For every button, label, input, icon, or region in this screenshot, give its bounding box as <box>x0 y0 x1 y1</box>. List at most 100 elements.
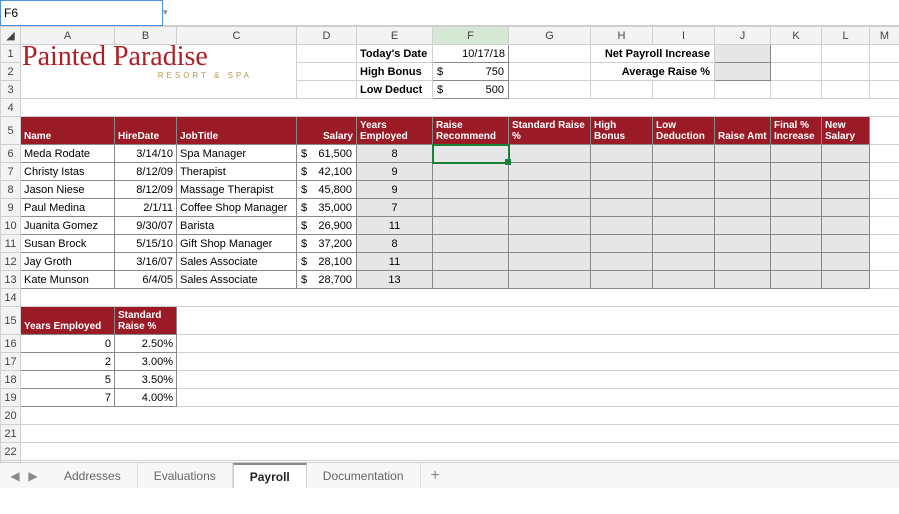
row-header[interactable]: 12 <box>1 253 21 271</box>
col-header-C[interactable]: C <box>177 27 297 45</box>
cell-name[interactable]: Christy Istas <box>21 163 114 180</box>
cell-std-raise[interactable] <box>509 217 591 235</box>
cell-std-raise[interactable] <box>509 199 591 217</box>
add-sheet-button[interactable]: + <box>421 467 450 485</box>
name-box[interactable] <box>0 0 163 26</box>
cell-raise-amt[interactable] <box>715 235 771 253</box>
value-low-deduct[interactable]: 500 <box>433 84 508 96</box>
col-header-J[interactable]: J <box>715 27 771 45</box>
cell-name[interactable]: Susan Brock <box>21 235 114 252</box>
col-header-E[interactable]: E <box>357 27 433 45</box>
cell-std-raise[interactable] <box>509 271 591 289</box>
cell-name[interactable]: Paul Medina <box>21 199 114 216</box>
cell-std-raise[interactable] <box>509 163 591 181</box>
cell-new-salary[interactable] <box>822 217 870 235</box>
cell-std-raise[interactable] <box>509 145 591 163</box>
cell-raise-amt[interactable] <box>715 145 771 163</box>
cell-salary[interactable]: 45,800 <box>297 184 356 196</box>
row-header[interactable]: 21 <box>1 425 21 443</box>
cell-years[interactable]: 8 <box>357 235 432 252</box>
col-header-L[interactable]: L <box>822 27 870 45</box>
cell-low-ded[interactable] <box>653 217 715 235</box>
cell-jobtitle[interactable]: Spa Manager <box>177 145 296 162</box>
cell-std-raise[interactable] <box>509 253 591 271</box>
cell-final-pct[interactable] <box>771 253 822 271</box>
name-box-dropdown-icon[interactable]: ▾ <box>163 7 168 18</box>
cell-raise-rec[interactable] <box>433 145 509 163</box>
cell-hiredate[interactable]: 2/1/11 <box>115 199 176 216</box>
value-average-raise[interactable] <box>715 63 771 81</box>
cell-name[interactable]: Jay Groth <box>21 253 114 270</box>
cell-final-pct[interactable] <box>771 181 822 199</box>
lookup-years[interactable]: 2 <box>21 353 114 370</box>
cell-hiredate[interactable]: 9/30/07 <box>115 217 176 234</box>
row-header[interactable]: 3 <box>1 81 21 99</box>
cell-high-bonus[interactable] <box>591 145 653 163</box>
cell-years[interactable]: 7 <box>357 199 432 216</box>
cell-name[interactable]: Kate Munson <box>21 271 114 288</box>
cell-std-raise[interactable] <box>509 235 591 253</box>
value-todays-date[interactable]: 10/17/18 <box>433 45 508 62</box>
cell-new-salary[interactable] <box>822 271 870 289</box>
cell-years[interactable]: 11 <box>357 217 432 234</box>
cell-low-ded[interactable] <box>653 271 715 289</box>
tab-nav-prev-icon[interactable]: ◀ <box>8 468 22 484</box>
select-all-corner[interactable]: ◢ <box>1 27 21 45</box>
cell-high-bonus[interactable] <box>591 163 653 181</box>
col-header-G[interactable]: G <box>509 27 591 45</box>
cell-salary[interactable]: 35,000 <box>297 202 356 214</box>
cell-raise-amt[interactable] <box>715 181 771 199</box>
cell-hiredate[interactable]: 8/12/09 <box>115 163 176 180</box>
tab-documentation[interactable]: Documentation <box>307 463 421 488</box>
spreadsheet-grid[interactable]: ◢ A B C D E F G H I J K L M 1 Today's Da… <box>0 26 899 488</box>
cell-salary[interactable]: 28,100 <box>297 256 356 268</box>
row-header[interactable]: 19 <box>1 389 21 407</box>
cell-low-ded[interactable] <box>653 235 715 253</box>
cell-high-bonus[interactable] <box>591 235 653 253</box>
tab-payroll[interactable]: Payroll <box>233 463 307 488</box>
lookup-raise[interactable]: 3.00% <box>115 353 176 370</box>
cell-new-salary[interactable] <box>822 199 870 217</box>
cell-raise-amt[interactable] <box>715 199 771 217</box>
cell-raise-rec[interactable] <box>433 217 509 235</box>
cell-high-bonus[interactable] <box>591 181 653 199</box>
cell-hiredate[interactable]: 3/14/10 <box>115 145 176 162</box>
col-header-A[interactable]: A <box>21 27 115 45</box>
row-header[interactable]: 2 <box>1 63 21 81</box>
cell-final-pct[interactable] <box>771 217 822 235</box>
value-high-bonus[interactable]: 750 <box>433 66 508 78</box>
cell-salary[interactable]: 28,700 <box>297 274 356 286</box>
col-header-F[interactable]: F <box>433 27 509 45</box>
cell-final-pct[interactable] <box>771 271 822 289</box>
row-header[interactable]: 4 <box>1 99 21 117</box>
cell-new-salary[interactable] <box>822 145 870 163</box>
lookup-years[interactable]: 0 <box>21 335 114 352</box>
cell-raise-amt[interactable] <box>715 271 771 289</box>
row-header[interactable]: 17 <box>1 353 21 371</box>
cell-raise-rec[interactable] <box>433 271 509 289</box>
cell-high-bonus[interactable] <box>591 217 653 235</box>
row-header[interactable]: 18 <box>1 371 21 389</box>
cell-name[interactable]: Juanita Gomez <box>21 217 114 234</box>
cell-years[interactable]: 13 <box>357 271 432 288</box>
row-header[interactable]: 13 <box>1 271 21 289</box>
cell-raise-amt[interactable] <box>715 217 771 235</box>
cell-high-bonus[interactable] <box>591 199 653 217</box>
cell-raise-rec[interactable] <box>433 181 509 199</box>
row-header[interactable]: 11 <box>1 235 21 253</box>
cell-jobtitle[interactable]: Therapist <box>177 163 296 180</box>
cell-years[interactable]: 9 <box>357 181 432 198</box>
cell-salary[interactable]: 37,200 <box>297 238 356 250</box>
cell-new-salary[interactable] <box>822 235 870 253</box>
cell-low-ded[interactable] <box>653 199 715 217</box>
cell-low-ded[interactable] <box>653 181 715 199</box>
cell-new-salary[interactable] <box>822 253 870 271</box>
col-header-B[interactable]: B <box>115 27 177 45</box>
col-header-K[interactable]: K <box>771 27 822 45</box>
lookup-years[interactable]: 7 <box>21 389 114 406</box>
cell-raise-amt[interactable] <box>715 163 771 181</box>
row-header[interactable]: 7 <box>1 163 21 181</box>
row-header[interactable]: 15 <box>1 307 21 335</box>
col-header-H[interactable]: H <box>591 27 653 45</box>
formula-input[interactable] <box>156 0 899 25</box>
